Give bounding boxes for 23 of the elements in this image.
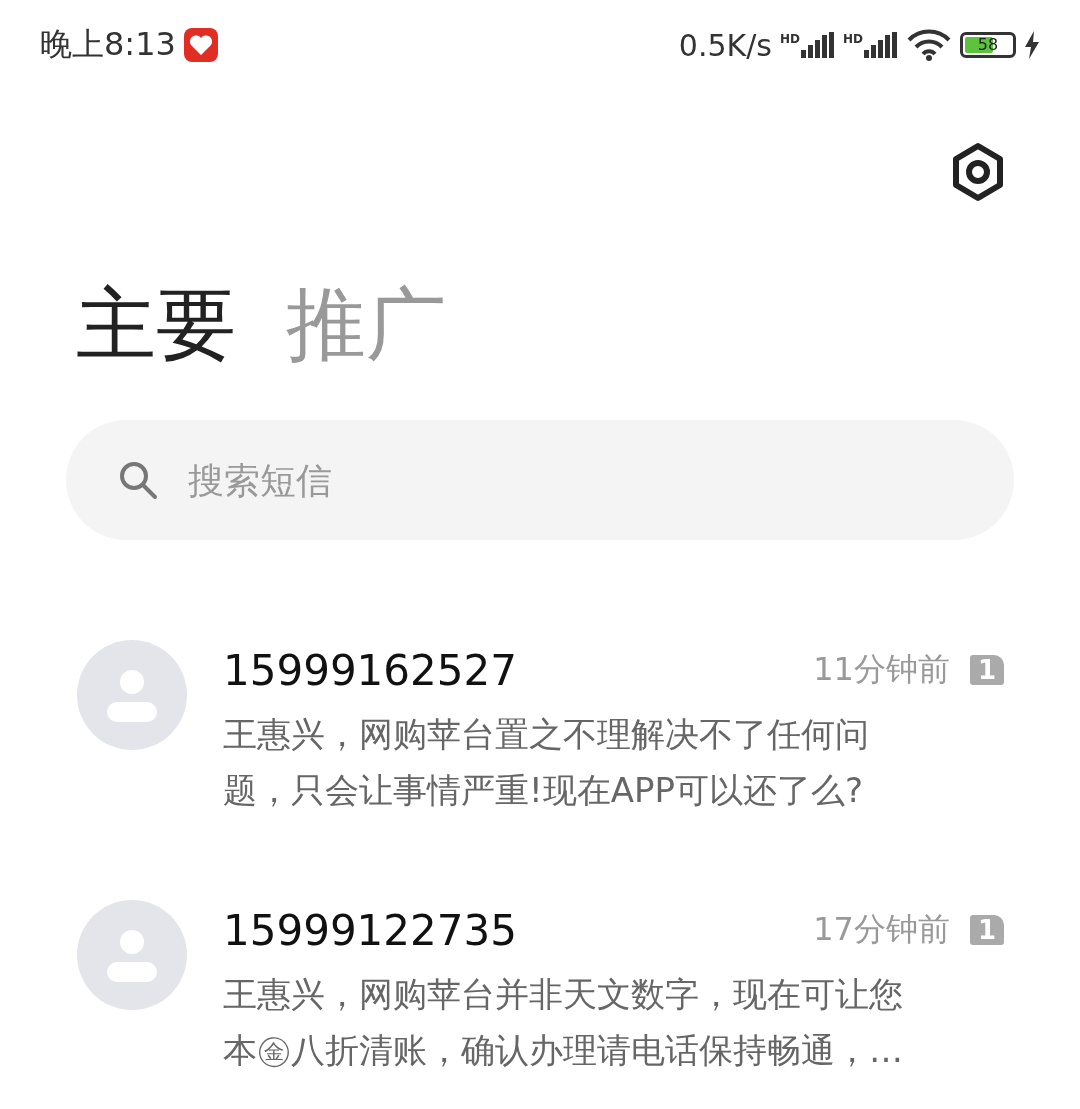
search-icon (118, 460, 158, 500)
settings-icon[interactable] (950, 142, 1006, 202)
app-notification-icon (183, 28, 218, 62)
signal-icon (801, 32, 835, 58)
status-time: 晚上8:13 (40, 24, 176, 65)
message-time: 17分钟前 (813, 909, 950, 950)
sender-name: 15999122735 (223, 905, 518, 955)
hd-label: HD (843, 32, 863, 46)
message-preview: 王惠兴，网购苹台并非天文数字，现在可让您本㊎八折清账，确认办理请电话保持畅通，… (223, 973, 904, 1072)
avatar-icon (77, 900, 187, 1010)
message-preview: 王惠兴，网购苹台置之不理解决不了任何问题，只会让事情严重!现在APP可以还了么? (223, 713, 870, 812)
message-time: 11分钟前 (813, 649, 950, 690)
sim-badge: 1 (969, 915, 1004, 945)
sim-badge: 1 (969, 655, 1004, 685)
tab[interactable]: 主要 (76, 272, 236, 380)
charging-icon (1024, 31, 1040, 59)
avatar-icon (77, 640, 187, 750)
signal-icon (864, 32, 898, 58)
sender-name: 15999162527 (223, 645, 518, 695)
wifi-icon (906, 29, 952, 61)
search-field[interactable]: 搜索短信 (66, 420, 1014, 540)
hd-label: HD (779, 32, 800, 46)
network-speed: 0.5K/s (678, 27, 772, 63)
